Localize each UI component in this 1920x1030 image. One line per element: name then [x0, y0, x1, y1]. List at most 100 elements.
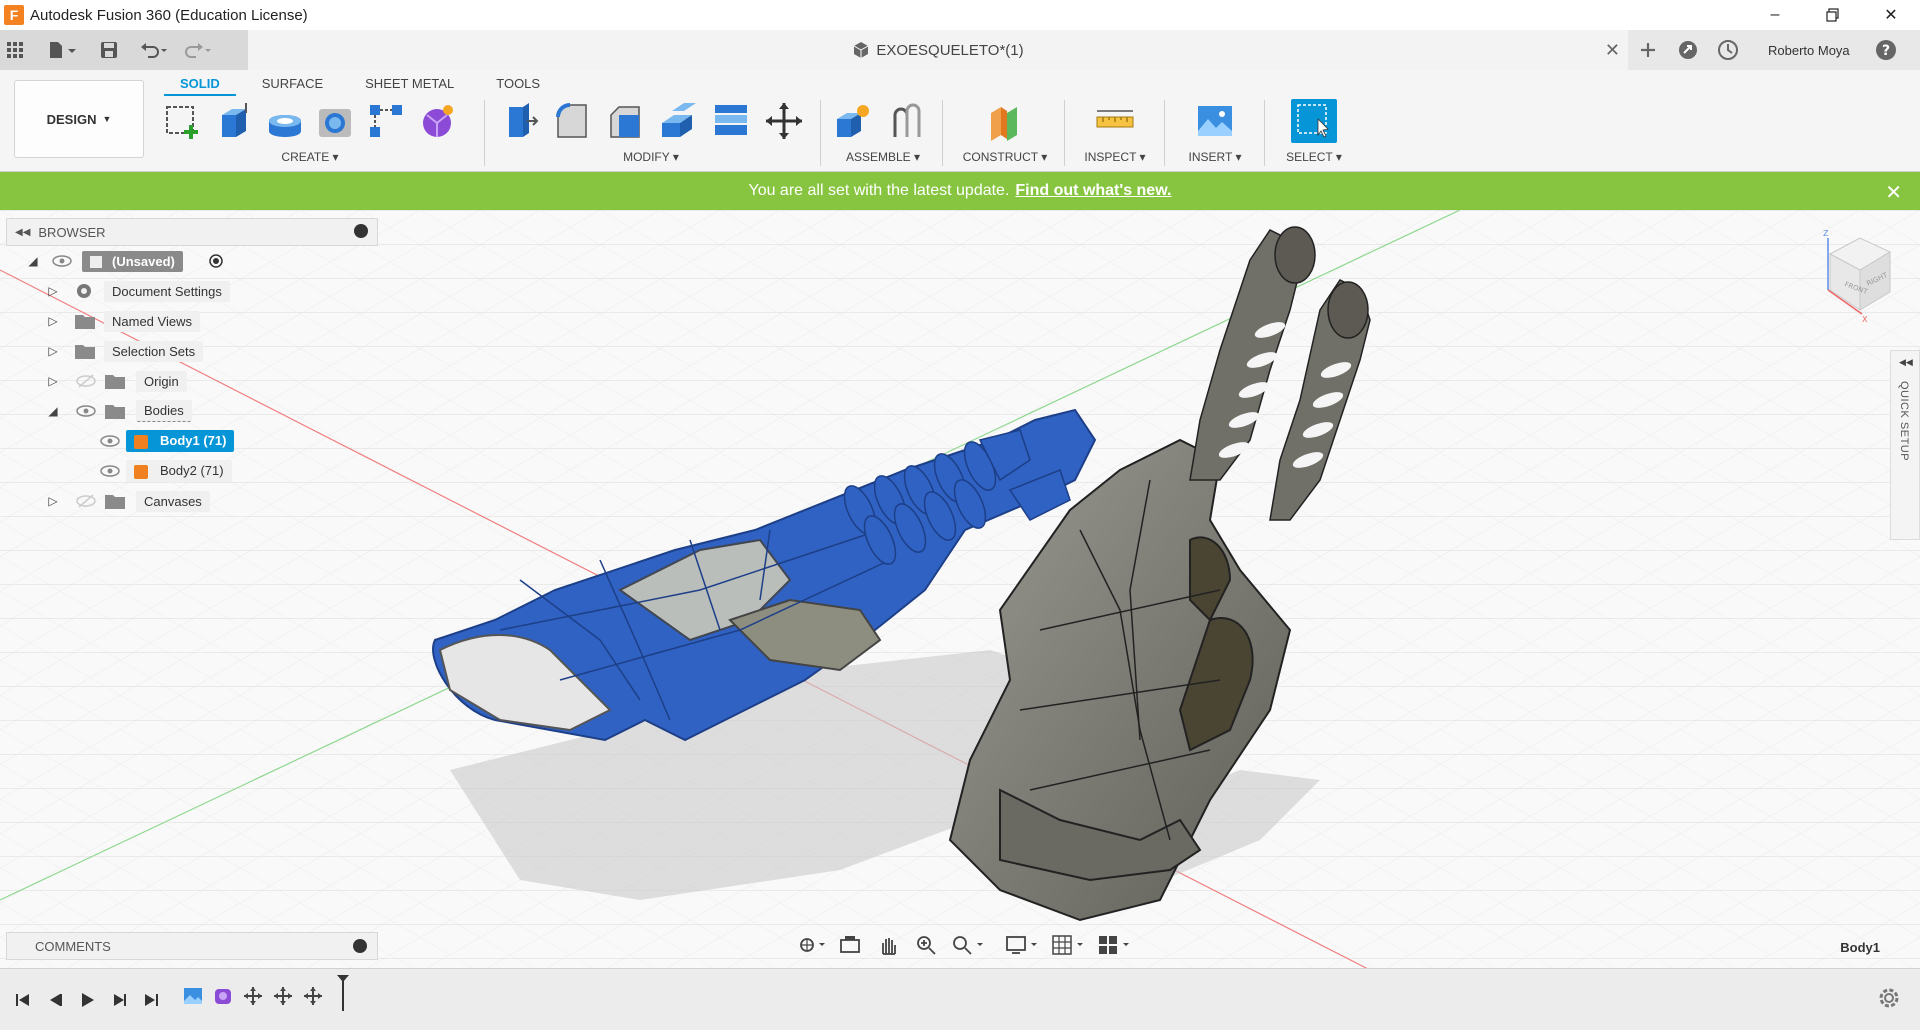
activate-radio-icon[interactable]: [208, 253, 224, 269]
pan-hand-icon[interactable]: [872, 930, 904, 960]
restore-button[interactable]: [1804, 0, 1862, 30]
viewports-icon[interactable]: [1094, 930, 1134, 960]
data-panel-grid-icon[interactable]: [0, 35, 30, 65]
expand-panel-icon[interactable]: ◀◀: [1899, 357, 1913, 368]
tree-root-row[interactable]: ◢ (Unsaved): [6, 246, 378, 276]
tree-label[interactable]: Canvases: [136, 490, 210, 512]
expand-triangle-icon[interactable]: ▷: [46, 284, 60, 298]
quick-setup-panel[interactable]: ◀◀ QUICK SETUP: [1890, 350, 1920, 540]
timeline-previous-icon[interactable]: [40, 985, 70, 1015]
select-menu-label[interactable]: SELECT ▾: [1272, 150, 1356, 164]
grid-snaps-icon[interactable]: [1048, 930, 1088, 960]
browser-minimize-icon[interactable]: [354, 224, 368, 238]
comments-panel[interactable]: COMMENTS: [6, 932, 378, 960]
help-icon[interactable]: ?: [1866, 35, 1906, 65]
construct-menu-label[interactable]: CONSTRUCT ▾: [952, 150, 1058, 164]
chamfer-icon[interactable]: [602, 99, 647, 143]
collapse-triangle-icon[interactable]: ◢: [46, 404, 60, 418]
hidden-eye-icon[interactable]: [76, 494, 96, 508]
minimize-button[interactable]: –: [1746, 0, 1804, 30]
inspect-menu-label[interactable]: INSPECT ▾: [1074, 150, 1156, 164]
tree-label[interactable]: Named Views: [104, 310, 200, 332]
visibility-eye-icon[interactable]: [52, 254, 72, 268]
tab-sheet-metal[interactable]: SHEET METAL: [349, 72, 470, 96]
timeline-play-icon[interactable]: [72, 985, 102, 1015]
tree-row-body1[interactable]: Body1 (71): [6, 426, 378, 456]
look-at-icon[interactable]: [834, 930, 866, 960]
new-component-icon[interactable]: [830, 99, 876, 143]
timeline-form-icon[interactable]: [210, 983, 236, 1009]
timeline-marker-icon[interactable]: [330, 975, 356, 1011]
create-sketch-icon[interactable]: [162, 99, 205, 143]
document-tab[interactable]: EXOESQUELETO*(1) ✕: [248, 30, 1628, 70]
extrude-icon[interactable]: [213, 99, 256, 143]
tree-row-named-views[interactable]: ▷ Named Views: [6, 306, 378, 336]
tree-label[interactable]: Selection Sets: [104, 340, 204, 362]
create-form-icon[interactable]: [415, 99, 458, 143]
whats-new-link[interactable]: Find out what's new.: [1015, 182, 1171, 200]
move-copy-icon[interactable]: [761, 99, 806, 143]
expand-triangle-icon[interactable]: ▷: [46, 374, 60, 388]
joint-icon[interactable]: [884, 99, 930, 143]
collapse-triangle-icon[interactable]: ◢: [26, 254, 40, 268]
comments-add-icon[interactable]: [353, 939, 367, 953]
insert-image-icon[interactable]: [1192, 99, 1238, 143]
timeline-last-icon[interactable]: [136, 985, 166, 1015]
collapse-panel-icon[interactable]: ◀◀: [15, 227, 30, 238]
select-icon[interactable]: [1291, 99, 1337, 143]
user-account-name[interactable]: Roberto Moya: [1768, 43, 1850, 58]
revolve-icon[interactable]: [263, 99, 306, 143]
tree-label[interactable]: Origin: [136, 370, 187, 392]
offset-plane-icon[interactable]: [982, 99, 1028, 143]
expand-triangle-icon[interactable]: ▷: [46, 314, 60, 328]
hidden-eye-icon[interactable]: [76, 374, 96, 388]
insert-menu-label[interactable]: INSERT ▾: [1174, 150, 1256, 164]
press-pull-icon[interactable]: [496, 99, 541, 143]
visibility-eye-icon[interactable]: [100, 464, 120, 478]
expand-triangle-icon[interactable]: ▷: [46, 494, 60, 508]
workspace-switcher-button[interactable]: DESIGN ▼: [14, 80, 144, 158]
timeline-settings-gear-icon[interactable]: [1878, 987, 1900, 1014]
orbit-icon[interactable]: [796, 930, 828, 960]
file-menu-icon[interactable]: [40, 35, 84, 65]
undo-icon[interactable]: [132, 35, 176, 65]
banner-close-button[interactable]: ✕: [1885, 180, 1902, 205]
assemble-menu-label[interactable]: ASSEMBLE ▾: [830, 150, 936, 164]
tree-label[interactable]: Bodies: [136, 400, 192, 422]
canvas-viewport[interactable]: ◀◀ BROWSER ◢ (Unsaved) ▷ Document Settin…: [0, 210, 1920, 968]
shell-icon[interactable]: [655, 99, 700, 143]
tab-tools[interactable]: TOOLS: [480, 72, 556, 96]
modify-menu-label[interactable]: MODIFY ▾: [496, 150, 806, 164]
tree-label[interactable]: Body2 (71): [126, 460, 232, 482]
new-tab-plus-icon[interactable]: [1628, 35, 1668, 65]
close-window-button[interactable]: ✕: [1862, 0, 1920, 30]
timeline-move-icon[interactable]: [240, 983, 266, 1009]
timeline-move-icon[interactable]: [270, 983, 296, 1009]
tree-row-origin[interactable]: ▷ Origin: [6, 366, 378, 396]
zoom-window-icon[interactable]: [948, 930, 988, 960]
tree-row-bodies[interactable]: ◢ Bodies: [6, 396, 378, 426]
fillet-icon[interactable]: [549, 99, 594, 143]
visibility-eye-icon[interactable]: [100, 434, 120, 448]
visibility-eye-icon[interactable]: [76, 404, 96, 418]
measure-icon[interactable]: [1092, 99, 1138, 143]
create-menu-label[interactable]: CREATE ▾: [162, 150, 458, 164]
expand-triangle-icon[interactable]: ▷: [46, 344, 60, 358]
timeline-canvas-icon[interactable]: [180, 983, 206, 1009]
tree-row-body2[interactable]: Body2 (71): [6, 456, 378, 486]
root-component-label[interactable]: (Unsaved): [82, 250, 183, 272]
zoom-icon[interactable]: [910, 930, 942, 960]
tree-label[interactable]: Document Settings: [104, 280, 230, 302]
extensions-icon[interactable]: [1668, 35, 1708, 65]
viewcube[interactable]: FRONT RIGHT Z X: [1810, 224, 1900, 324]
display-settings-icon[interactable]: [1002, 930, 1042, 960]
tree-row-selection-sets[interactable]: ▷ Selection Sets: [6, 336, 378, 366]
tab-surface[interactable]: SURFACE: [246, 72, 339, 96]
tree-row-document-settings[interactable]: ▷ Document Settings: [6, 276, 378, 306]
save-icon[interactable]: [94, 35, 124, 65]
tab-solid[interactable]: SOLID: [164, 72, 236, 96]
redo-icon[interactable]: [176, 35, 220, 65]
job-status-icon[interactable]: [1708, 35, 1748, 65]
combine-icon[interactable]: [708, 99, 753, 143]
close-document-button[interactable]: ✕: [1605, 40, 1620, 61]
